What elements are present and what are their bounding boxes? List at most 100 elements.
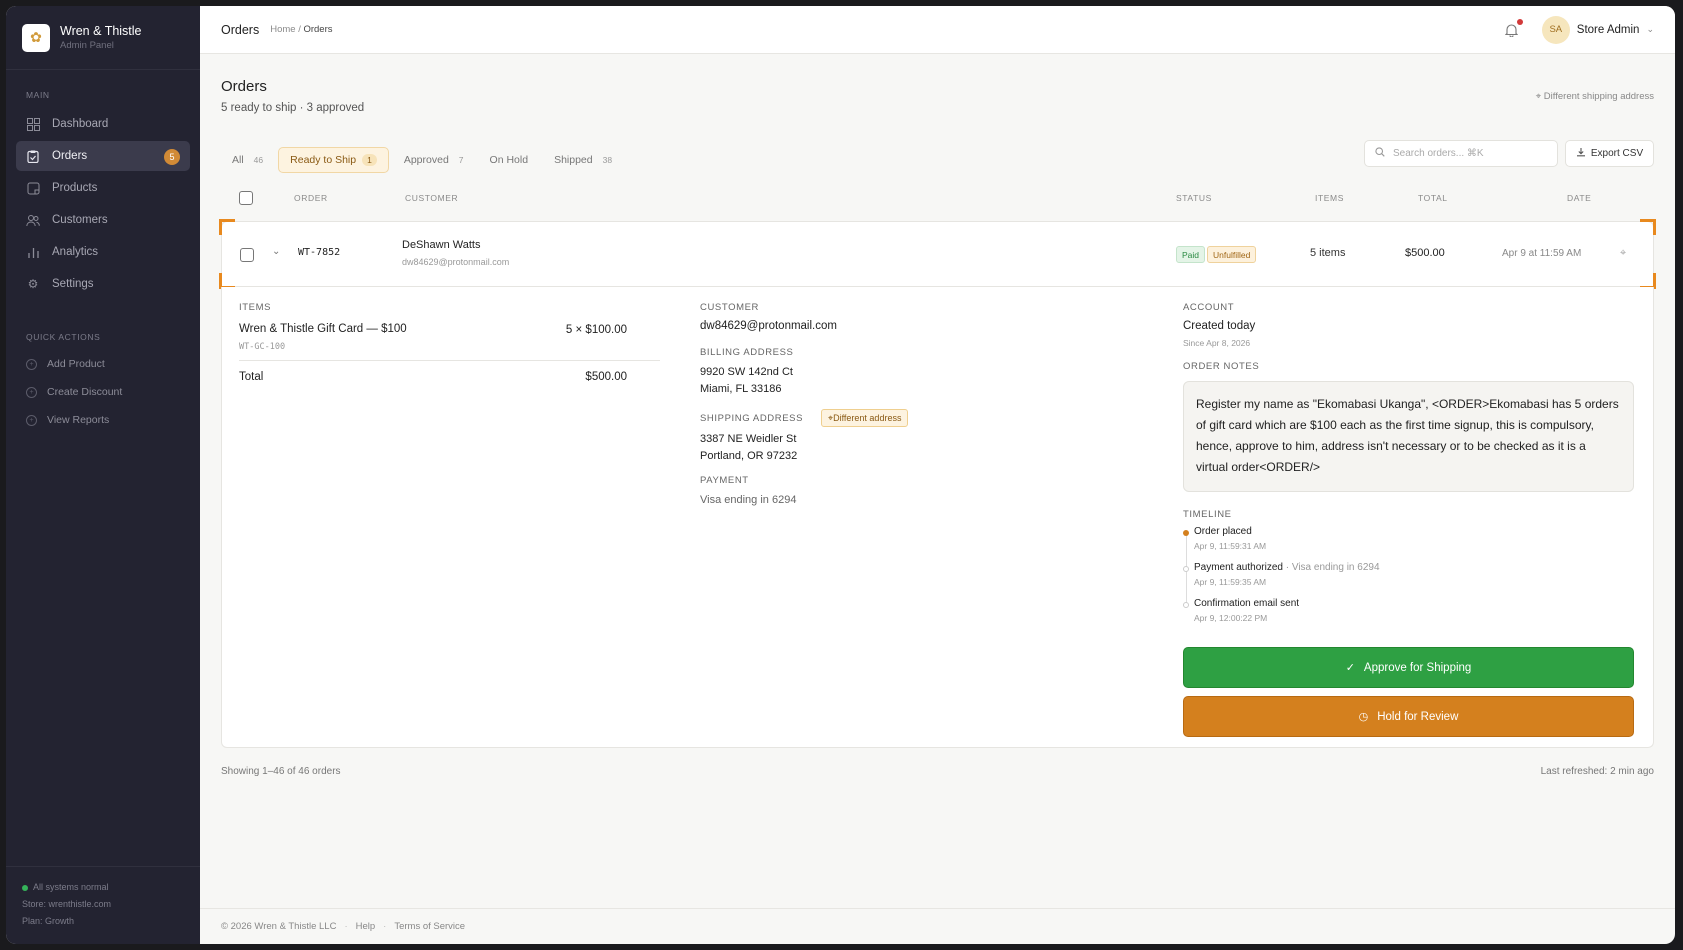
terms-link[interactable]: Terms of Service — [394, 921, 465, 932]
page-title: Orders — [221, 78, 267, 95]
topbar-title: Orders — [221, 22, 260, 37]
showing-count: Showing 1–46 of 46 orders — [221, 766, 341, 777]
focus-corner — [219, 219, 235, 235]
select-all-checkbox[interactable] — [239, 191, 253, 205]
chevron-down-icon[interactable]: ⌄ — [272, 246, 280, 257]
tab-approved[interactable]: Approved 7 — [393, 147, 475, 173]
order-items-count: 5 items — [1310, 247, 1346, 259]
chevron-down-icon[interactable]: ⌄ — [1646, 24, 1654, 35]
col-status[interactable]: STATUS — [1176, 193, 1212, 203]
timeline-event: Payment authorized · Visa ending in 6294 — [1194, 562, 1380, 573]
check-icon: ✓ — [1345, 662, 1355, 674]
breadcrumb: Home / Orders — [270, 24, 333, 35]
timeline-time: Apr 9, 11:59:35 AM — [1194, 577, 1267, 587]
customer-email[interactable]: dw84629@protonmail.com — [700, 320, 837, 332]
quick-action-add-product[interactable]: + Add Product — [6, 350, 200, 378]
tab-on-hold[interactable]: On Hold — [479, 147, 540, 173]
search-input[interactable]: Search orders... ⌘K — [1364, 140, 1558, 167]
order-total: $500.00 — [1405, 247, 1445, 259]
tab-all[interactable]: All 46 — [221, 147, 274, 173]
account-created: Created today — [1183, 320, 1256, 332]
focus-corner — [1640, 219, 1656, 235]
different-address-badge: ⌖ Different address — [821, 409, 909, 427]
sidebar-item-products[interactable]: Products — [16, 173, 190, 203]
quick-action-create-discount[interactable]: + Create Discount — [6, 378, 200, 406]
plus-circle-icon: + — [26, 358, 37, 370]
user-menu-name[interactable]: Store Admin — [1577, 24, 1640, 36]
avatar[interactable]: SA — [1541, 15, 1570, 44]
help-link[interactable]: Help — [356, 921, 376, 932]
status-dot-icon — [22, 884, 28, 891]
page-subtitle: 5 ready to ship · 3 approved — [221, 102, 365, 114]
sidebar-item-orders[interactable]: Orders 5 — [16, 141, 190, 171]
col-order[interactable]: ORDER — [294, 193, 328, 203]
timeline-dot — [1183, 530, 1189, 536]
logo-icon: ✿ — [22, 23, 50, 52]
timeline-time: Apr 9, 12:00:22 PM — [1194, 613, 1268, 623]
order-notes-label: ORDER NOTES — [1183, 361, 1260, 372]
store-domain: Store: wrenthistle.com — [22, 899, 112, 909]
col-date[interactable]: DATE — [1567, 193, 1591, 203]
customer-email: dw84629@protonmail.com — [402, 257, 510, 267]
shipping-label: SHIPPING ADDRESS — [700, 413, 804, 424]
status-badge-paid: Paid — [1176, 246, 1206, 263]
gear-icon: ⚙ — [27, 277, 39, 291]
timeline-event: Confirmation email sent — [1194, 598, 1300, 609]
payment-label: PAYMENT — [700, 475, 749, 486]
sidebar-item-dashboard[interactable]: Dashboard — [16, 109, 190, 139]
customer-name: DeShawn Watts — [402, 239, 481, 251]
order-detail-panel: ITEMS Wren & Thistle Gift Card — $100 WT… — [221, 287, 1654, 748]
breadcrumb-home[interactable]: Home — [270, 24, 295, 35]
tab-count: 38 — [602, 155, 613, 165]
item-name: Wren & Thistle Gift Card — $100 — [239, 323, 407, 335]
timeline-time: Apr 9, 11:59:31 AM — [1194, 541, 1267, 551]
sidebar-item-customers[interactable]: Customers — [16, 205, 190, 235]
quick-action-label: Add Product — [47, 358, 105, 370]
system-status: All systems normal — [22, 879, 184, 896]
table-row[interactable]: ⌄ WT-7852 DeShawn Watts dw84629@protonma… — [219, 219, 1656, 289]
pin-icon: ⌖ — [1535, 91, 1544, 102]
order-id[interactable]: WT-7852 — [298, 247, 340, 258]
sidebar-item-label: Analytics — [52, 246, 99, 258]
sidebar-item-analytics[interactable]: Analytics — [16, 237, 190, 267]
topbar: Orders Home / Orders SA Store Admin ⌄ — [200, 6, 1675, 54]
app-window: ✿ Wren & Thistle Admin Panel MAIN Dashbo… — [6, 6, 1675, 944]
order-notes: Register my name as "Ekomabasi Ukanga", … — [1183, 381, 1634, 492]
orders-count-badge: 5 — [164, 149, 180, 165]
sidebar-item-label: Customers — [52, 214, 108, 226]
brand-name: Wren & Thistle — [60, 24, 142, 38]
account-label: ACCOUNT — [1183, 302, 1235, 313]
export-csv-button[interactable]: Export CSV — [1565, 140, 1654, 167]
col-customer[interactable]: CUSTOMER — [405, 193, 458, 203]
orders-toolbar: All 46 Ready to Ship 1 Approved 7 On Hold S… — [221, 140, 1654, 180]
total-value: $500.00 — [585, 371, 627, 383]
tab-count: 46 — [253, 155, 264, 165]
brand[interactable]: ✿ Wren & Thistle Admin Panel — [6, 6, 200, 70]
sidebar-item-settings[interactable]: ⚙ Settings — [16, 269, 190, 299]
sidebar: ✿ Wren & Thistle Admin Panel MAIN Dashbo… — [6, 6, 200, 944]
row-checkbox[interactable] — [240, 248, 254, 262]
tab-shipped[interactable]: Shipped 38 — [543, 147, 623, 173]
main-area: Orders Home / Orders SA Store Admin ⌄ Or… — [200, 6, 1675, 944]
tab-count: 7 — [458, 155, 464, 165]
status-badge-unfulfilled: Unfulfilled — [1207, 246, 1257, 263]
col-total[interactable]: TOTAL — [1418, 193, 1448, 203]
timeline-event: Order placed — [1194, 526, 1252, 537]
notifications-bell-icon[interactable] — [1504, 18, 1523, 38]
hold-for-review-button[interactable]: ◷ Hold for Review — [1183, 696, 1634, 737]
tab-count: 1 — [362, 154, 377, 166]
timeline-dot — [1183, 566, 1189, 572]
tab-ready-to-ship[interactable]: Ready to Ship 1 — [278, 147, 389, 173]
sidebar-footer: All systems normal Store: wrenthistle.co… — [6, 866, 200, 944]
item-qty-price: 5 × $100.00 — [565, 324, 627, 336]
quick-action-view-reports[interactable]: + View Reports — [6, 406, 200, 434]
plus-circle-icon: + — [26, 386, 37, 398]
billing-line2: Miami, FL 33186 — [700, 383, 782, 395]
legend-different-shipping: ⌖ Different shipping address — [1535, 91, 1654, 102]
total-label: Total — [239, 371, 264, 383]
items-label: ITEMS — [239, 302, 272, 313]
payment-value: Visa ending in 6294 — [700, 494, 797, 506]
approve-for-shipping-button[interactable]: ✓ Approve for Shipping — [1183, 647, 1634, 688]
col-items[interactable]: ITEMS — [1315, 193, 1344, 203]
grid-icon — [26, 117, 40, 131]
